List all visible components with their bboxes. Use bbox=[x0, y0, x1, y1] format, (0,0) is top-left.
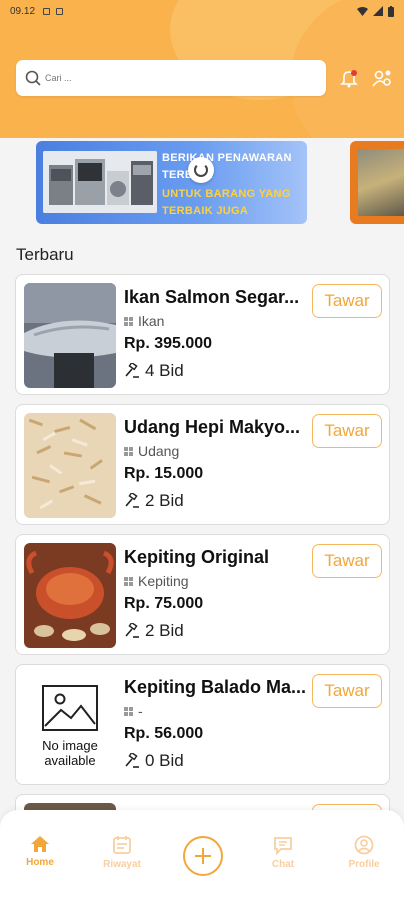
promo-banner-next[interactable] bbox=[350, 141, 404, 224]
gavel-icon bbox=[125, 753, 139, 768]
status-bar: 09.12 bbox=[0, 0, 404, 22]
gavel-icon bbox=[125, 363, 139, 378]
product-card[interactable]: Udang Hepi Makyo... Udang Rp. 15.000 2 B… bbox=[15, 404, 390, 525]
search-bar[interactable] bbox=[16, 60, 326, 96]
product-category: Kepiting bbox=[124, 573, 189, 589]
product-card[interactable]: No image available Kepiting Balado Ma...… bbox=[15, 664, 390, 785]
search-icon bbox=[25, 70, 41, 86]
wifi-icon bbox=[357, 6, 368, 16]
product-category: - bbox=[124, 703, 143, 719]
calendar-icon bbox=[113, 836, 131, 854]
search-input[interactable] bbox=[45, 73, 295, 83]
product-price: Rp. 75.000 bbox=[124, 595, 204, 612]
offer-button[interactable]: Tawar bbox=[312, 284, 382, 318]
product-category: Udang bbox=[124, 443, 179, 459]
gavel-icon bbox=[125, 493, 139, 508]
image-placeholder-icon bbox=[42, 684, 98, 731]
product-image-placeholder: No image available bbox=[24, 673, 116, 778]
promo-carousel[interactable]: BERIKAN PENAWARAN TERBAIK UNTUK BARANG Y… bbox=[0, 138, 404, 230]
banner-food-image bbox=[358, 149, 404, 216]
offer-button[interactable]: Tawar bbox=[312, 414, 382, 448]
user-settings-icon bbox=[372, 70, 391, 87]
bottom-navigation: Home Riwayat Chat Profile bbox=[0, 810, 404, 900]
product-price: Rp. 15.000 bbox=[124, 465, 204, 482]
nav-history[interactable]: Riwayat bbox=[92, 835, 152, 870]
notification-icon bbox=[56, 7, 64, 15]
product-bids: 4 Bid bbox=[124, 361, 184, 381]
home-icon bbox=[31, 836, 49, 852]
offer-button[interactable]: Tawar bbox=[312, 544, 382, 578]
banner-subline: UNTUK BARANG YANG TERBAIK JUGA bbox=[162, 188, 291, 217]
battery-icon bbox=[388, 5, 394, 17]
offer-button[interactable]: Tawar bbox=[312, 674, 382, 708]
banner-appliances-image bbox=[43, 151, 157, 213]
gavel-icon bbox=[125, 623, 139, 638]
signal-icon bbox=[373, 6, 383, 16]
add-button[interactable] bbox=[183, 836, 223, 876]
promo-banner[interactable]: BERIKAN PENAWARAN TERBAIK UNTUK BARANG Y… bbox=[36, 141, 307, 224]
product-card[interactable]: Kepiting Original Kepiting Rp. 75.000 2 … bbox=[15, 534, 390, 655]
product-image bbox=[24, 283, 116, 388]
category-icon bbox=[124, 446, 133, 456]
loading-spinner bbox=[188, 157, 214, 183]
bell-icon bbox=[340, 70, 358, 88]
product-image bbox=[24, 413, 116, 518]
product-bids: 2 Bid bbox=[124, 491, 184, 511]
product-bids: 2 Bid bbox=[124, 621, 184, 641]
category-icon bbox=[124, 706, 133, 716]
product-name: Kepiting Balado Ma... bbox=[124, 677, 307, 697]
no-image-text: No image available bbox=[42, 737, 98, 768]
nav-chat[interactable]: Chat bbox=[253, 835, 313, 870]
status-time: 09.12 bbox=[10, 5, 36, 17]
user-settings-button[interactable] bbox=[370, 66, 394, 90]
product-image bbox=[24, 543, 116, 648]
product-name: Ikan Salmon Segar... bbox=[124, 287, 300, 307]
product-card[interactable]: Ikan Salmon Segar... Ikan Rp. 395.000 4 … bbox=[15, 274, 390, 395]
profile-icon bbox=[354, 835, 374, 855]
category-icon bbox=[124, 316, 133, 326]
product-category: Ikan bbox=[124, 313, 164, 329]
notification-icon bbox=[43, 7, 51, 15]
nav-home[interactable]: Home bbox=[10, 835, 70, 868]
chat-icon bbox=[274, 837, 292, 855]
product-bids: 0 Bid bbox=[124, 751, 184, 771]
product-price: Rp. 395.000 bbox=[124, 335, 213, 352]
banner-headline: BERIKAN PENAWARAN TERBAIK bbox=[162, 152, 292, 181]
product-name: Udang Hepi Makyo... bbox=[124, 417, 301, 437]
app-header: 09.12 bbox=[0, 0, 404, 138]
product-price: Rp. 56.000 bbox=[124, 725, 204, 742]
nav-profile[interactable]: Profile bbox=[334, 835, 394, 870]
notification-button[interactable] bbox=[337, 66, 361, 90]
product-name: Kepiting Original bbox=[124, 547, 270, 567]
category-icon bbox=[124, 576, 133, 586]
section-title: Terbaru bbox=[16, 245, 74, 264]
plus-icon bbox=[195, 848, 211, 864]
